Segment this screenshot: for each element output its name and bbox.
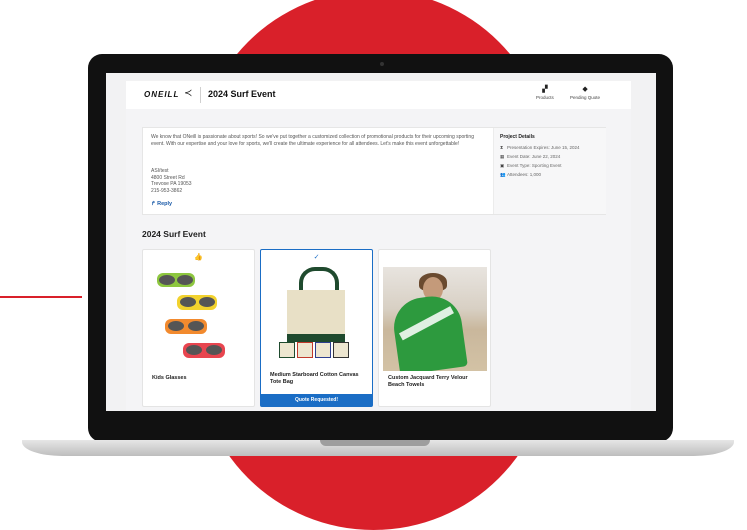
beach-towel-image [383, 267, 487, 371]
brand-wave-icon: ≺ [184, 88, 193, 99]
glasses-yellow [177, 295, 217, 310]
nav-products[interactable]: ▞ Products [536, 85, 554, 100]
detail-row: 👥Attendees: 1,000 [500, 172, 541, 178]
address-block: ASI/test 4800 Street Rd Trevose PA 19053… [151, 168, 192, 194]
reply-link[interactable]: ↱ Reply [151, 201, 172, 207]
tote-variant-navy [315, 342, 331, 358]
main-content: We know that ONeill is passionate about … [126, 109, 631, 411]
glasses-red [183, 343, 225, 358]
product-name: Medium Starboard Cotton Canvas Tote Bag [270, 372, 359, 385]
quote-status-banner: Quote Requested! [261, 394, 372, 406]
intro-text: We know that ONeill is passionate about … [151, 134, 474, 147]
product-card-kids-glasses[interactable]: 👍 Kids Glasses [142, 249, 255, 407]
detail-row: ▣ Event Type: Sporting Event [500, 163, 561, 169]
tote-variant-black [333, 342, 349, 358]
check-icon: ✓ [313, 254, 320, 261]
detail-text: Event Date: June 22, 2024 [507, 154, 561, 159]
detail-text: Presentation Expires: June 15, 2024 [507, 145, 580, 150]
decorative-red-line [0, 296, 82, 298]
detail-row: ▦ Event Date: June 22, 2024 [500, 154, 560, 160]
address-line: 215-953-3862 [151, 187, 183, 194]
nav-pending-quote-label: Pending Quote [570, 95, 601, 100]
detail-row: ⧗ Presentation Expires: June 15, 2024 [500, 145, 580, 150]
photo-towel [390, 292, 468, 371]
nav-products-label: Products [536, 95, 554, 100]
project-details-title: Project Details [500, 134, 535, 140]
laptop-base-notch [320, 440, 430, 446]
address-line: Trevose PA 19053 [151, 181, 192, 187]
reply-icon: ↱ [151, 201, 156, 207]
detail-text: Attendees: 1,000 [507, 172, 542, 177]
glasses-green [157, 273, 195, 287]
hourglass-icon: ⧗ [500, 145, 504, 150]
event-type-icon: ▣ [500, 163, 505, 168]
tote-variant-green [279, 342, 295, 358]
laptop-camera [380, 62, 384, 66]
tote-bag-image [287, 290, 345, 342]
header-divider [200, 87, 201, 103]
brand-logo[interactable]: ONEILL [144, 90, 179, 99]
kids-glasses-image [157, 273, 225, 358]
product-card-tote-bag[interactable]: ✓ Medium Starboard Cotton Canvas Tote Ba… [260, 249, 373, 407]
reply-label: Reply [157, 201, 173, 207]
people-icon: 👥 [500, 172, 506, 177]
intro-card: We know that ONeill is passionate about … [142, 127, 606, 215]
tag-icon: ◆ [582, 86, 588, 93]
product-name: Kids Glasses [152, 375, 187, 381]
products-icon: ▞ [542, 86, 548, 93]
product-name: Custom Jacquard Terry Velour Beach Towel… [388, 375, 468, 388]
laptop-screen: ONEILL ≺ 2024 Surf Event ▞ Products ◆ Pe… [106, 73, 656, 411]
app-header: ONEILL ≺ 2024 Surf Event ▞ Products ◆ Pe… [126, 81, 631, 110]
photo-towel-stripe [398, 306, 454, 341]
project-details-panel: Project Details ⧗ Presentation Expires: J… [493, 128, 606, 214]
page-title: 2024 Surf Event [208, 89, 276, 99]
glasses-orange [165, 319, 207, 334]
product-card-beach-towel[interactable]: Custom Jacquard Terry Velour Beach Towel… [378, 249, 491, 407]
section-title: 2024 Surf Event [142, 229, 206, 239]
calendar-icon: ▦ [500, 154, 505, 159]
thumbs-up-icon: 👍 [194, 254, 203, 261]
tote-variant-red [297, 342, 313, 358]
nav-pending-quote[interactable]: ◆ Pending Quote [570, 85, 600, 100]
detail-text: Event Type: Sporting Event [507, 163, 562, 168]
